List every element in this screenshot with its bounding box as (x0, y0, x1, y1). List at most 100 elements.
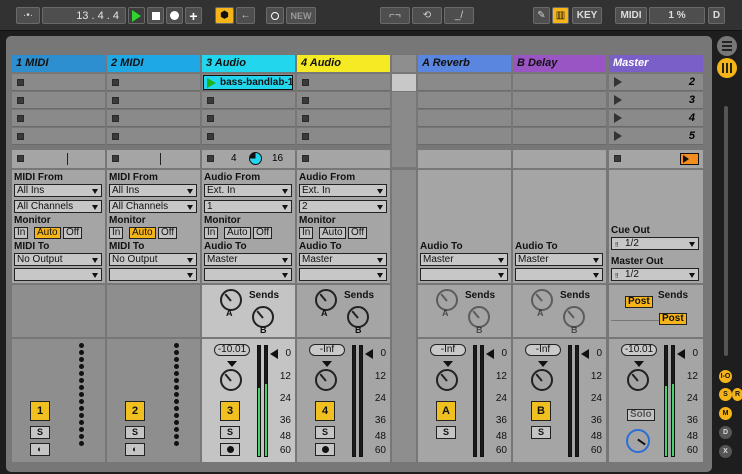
returns-toggle[interactable]: R (732, 388, 742, 401)
track-activator-button[interactable]: 1 (30, 401, 50, 421)
scene-launch[interactable]: 3 (609, 92, 703, 109)
input-type-select[interactable]: Ext. In (204, 184, 292, 197)
punch-in-button[interactable]: ⌐¬ (380, 7, 410, 24)
clip-slot[interactable] (297, 110, 390, 127)
clip-slot-playing[interactable]: bass-bandlab-1 (202, 74, 295, 91)
track-title[interactable]: 1 MIDI (12, 55, 105, 72)
drop-area[interactable] (392, 55, 416, 462)
track-activator-button[interactable]: 3 (220, 401, 240, 421)
track-title[interactable]: Master (609, 55, 703, 72)
stop-clip-icon[interactable] (302, 115, 309, 122)
solo-button[interactable]: S (125, 426, 145, 439)
output-select[interactable]: Master (299, 253, 387, 266)
input-type-select[interactable]: Ext. In (299, 184, 387, 197)
arm-button[interactable]: ◐ (125, 443, 145, 456)
solo-button[interactable]: S (531, 426, 551, 439)
clip-slot[interactable] (107, 128, 200, 145)
scene-play-icon[interactable] (614, 113, 622, 123)
output-select[interactable]: Master (420, 253, 508, 266)
scene-launch[interactable]: 4 (609, 110, 703, 127)
clip-slot[interactable] (297, 128, 390, 145)
stop-clip-icon[interactable] (207, 133, 214, 140)
stop-clip-icon[interactable] (302, 79, 309, 86)
session-record-button[interactable] (266, 7, 284, 24)
clip-slot[interactable] (12, 74, 105, 91)
solo-button[interactable]: S (30, 426, 50, 439)
clip-slot[interactable] (107, 110, 200, 127)
clip-slot[interactable] (107, 74, 200, 91)
clip-slot[interactable] (12, 92, 105, 109)
stop-clip-icon[interactable] (302, 133, 309, 140)
overdub-button[interactable]: + (185, 7, 202, 24)
stop-clip-icon[interactable] (17, 79, 24, 86)
pan-knob[interactable] (220, 369, 242, 391)
clip-slot[interactable] (12, 110, 105, 127)
monitor-off-button[interactable]: Off (253, 227, 273, 239)
pan-knob[interactable] (627, 369, 649, 391)
punch-out-button[interactable]: _/ (444, 7, 474, 24)
mixer-toggle[interactable]: M (719, 407, 732, 420)
stop-clip-icon[interactable] (302, 97, 309, 104)
automation-arm-button[interactable]: ⬢ (215, 7, 234, 24)
monitor-off-button[interactable]: Off (348, 227, 368, 239)
monitor-auto-button[interactable]: Auto (129, 227, 156, 239)
new-button[interactable]: NEW (286, 7, 316, 24)
solo-button[interactable]: S (315, 426, 335, 439)
arrangement-position[interactable]: 13 . 4 . 4 (42, 7, 126, 24)
solo-cue-button[interactable]: Solo (627, 409, 655, 421)
pan-knob[interactable] (315, 369, 337, 391)
output-channel-select[interactable] (14, 268, 102, 281)
stop-clip-icon[interactable] (17, 155, 24, 162)
input-channel-select[interactable]: All Channels (14, 200, 102, 213)
send-a-post-button[interactable]: Post (625, 296, 653, 308)
scene-play-icon[interactable] (614, 95, 622, 105)
input-channel-select[interactable]: 1 (204, 200, 292, 213)
scene-play-icon[interactable] (614, 77, 622, 87)
stop-clip-icon[interactable] (112, 97, 119, 104)
volume-display[interactable]: -10.01 (214, 344, 250, 356)
key-map-button[interactable]: KEY (572, 7, 602, 24)
arm-button[interactable] (315, 443, 335, 456)
input-channel-select[interactable]: All Channels (109, 200, 197, 213)
track-title[interactable]: 2 MIDI (107, 55, 200, 72)
cue-volume-knob[interactable] (626, 429, 650, 453)
follow-button[interactable]: ·•· (16, 7, 40, 24)
stop-clip-icon[interactable] (207, 155, 214, 162)
computer-midi-keyboard-button[interactable]: ▥ (552, 7, 569, 24)
output-channel-select[interactable] (515, 268, 603, 281)
back-to-arrangement-button[interactable]: ← (236, 7, 255, 24)
clip-slot[interactable] (297, 74, 390, 91)
arm-button[interactable]: ◐ (30, 443, 50, 456)
clip-view-toggle[interactable] (717, 36, 737, 56)
clip-slot[interactable] (202, 92, 295, 109)
loop-button[interactable]: ⟲ (412, 7, 442, 24)
stop-clip-icon[interactable] (17, 133, 24, 140)
monitor-auto-button[interactable]: Auto (319, 227, 346, 239)
play-button[interactable] (128, 7, 145, 24)
stop-clip-icon[interactable] (207, 97, 214, 104)
monitor-auto-button[interactable]: Auto (34, 227, 61, 239)
midi-map-button[interactable]: MIDI (615, 7, 647, 24)
scene-launch[interactable]: 5 (609, 128, 703, 145)
stop-clip-icon[interactable] (207, 115, 214, 122)
output-select[interactable]: Master (515, 253, 603, 266)
track-title[interactable]: 3 Audio (202, 55, 295, 72)
volume-display[interactable]: -10.01 (621, 344, 657, 356)
stop-clip-icon[interactable] (112, 115, 119, 122)
stop-clip-icon[interactable] (17, 115, 24, 122)
output-select[interactable]: Master (204, 253, 292, 266)
draw-mode-button[interactable]: ✎ (533, 7, 550, 24)
clip-slot[interactable] (202, 128, 295, 145)
stop-button[interactable] (147, 7, 164, 24)
solo-button[interactable]: S (436, 426, 456, 439)
clip-slot[interactable] (12, 128, 105, 145)
monitor-off-button[interactable]: Off (63, 227, 83, 239)
volume-display[interactable]: -Inf (309, 344, 345, 356)
cue-out-select[interactable]: ‼ 1/2 (611, 237, 699, 250)
track-title[interactable]: A Reverb (418, 55, 511, 72)
output-select[interactable]: No Output (14, 253, 102, 266)
audio-clip[interactable]: bass-bandlab-1 (203, 75, 293, 90)
scene-launch[interactable]: 2 (609, 74, 703, 91)
track-title[interactable]: B Delay (513, 55, 606, 72)
stop-clip-icon[interactable] (17, 97, 24, 104)
